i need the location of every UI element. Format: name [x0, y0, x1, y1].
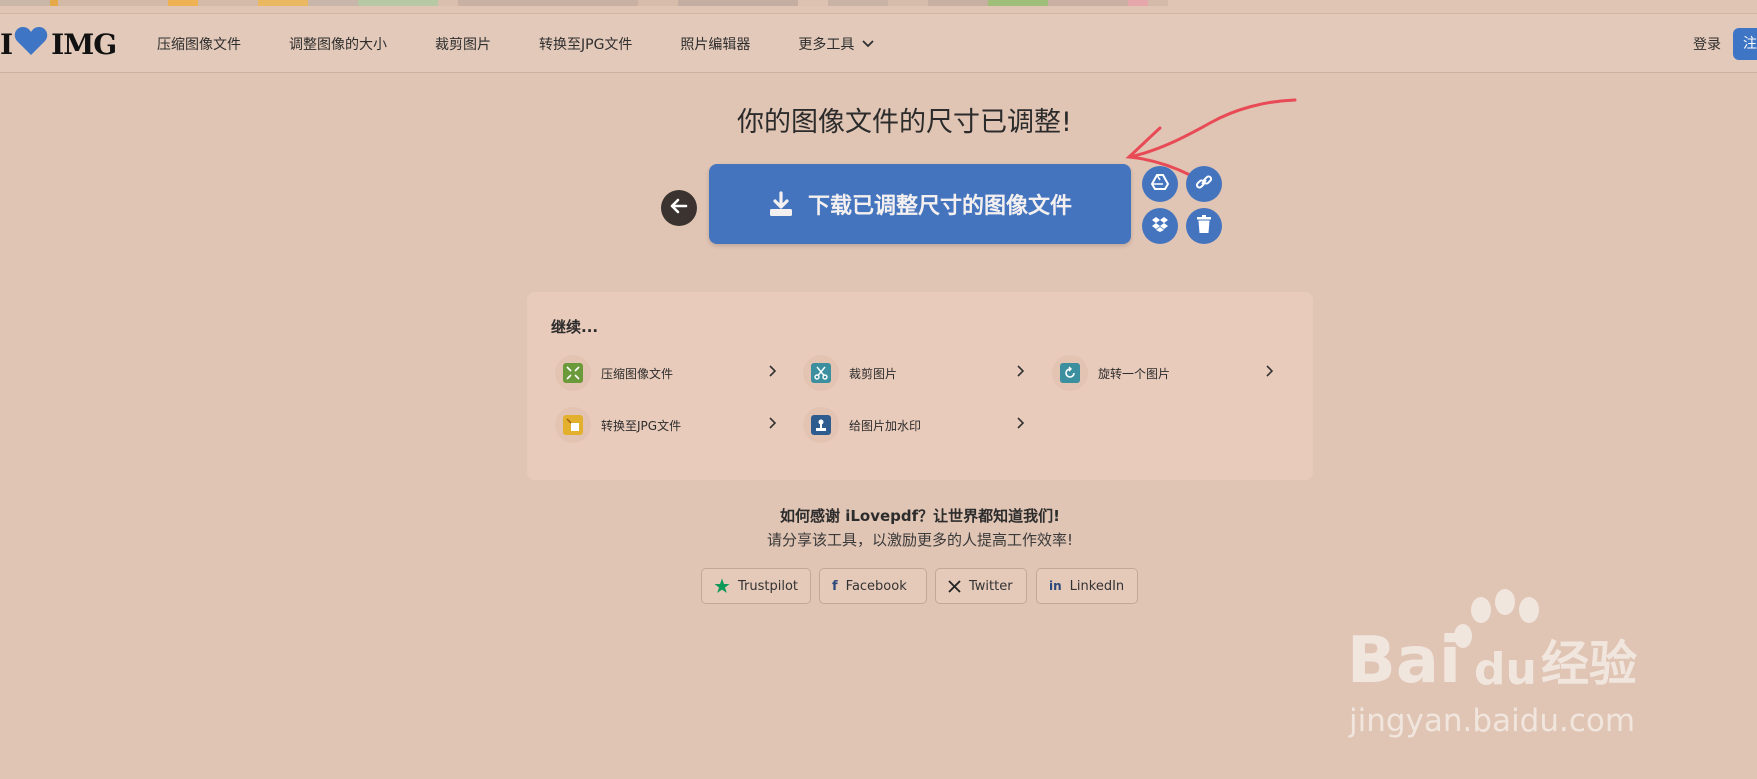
trustpilot-label: Trustpilot: [738, 578, 799, 594]
dropbox-icon: [1151, 216, 1169, 236]
google-drive-icon: [1150, 174, 1170, 194]
compress-icon: [555, 355, 591, 391]
page-title: 你的图像文件的尺寸已调整!: [737, 107, 1072, 138]
rotate-icon: [1052, 355, 1088, 391]
login-link[interactable]: 登录: [1693, 34, 1721, 54]
facebook-label: Facebook: [845, 578, 907, 594]
tool-label: 裁剪图片: [849, 366, 898, 381]
scissors-icon: [803, 355, 839, 391]
nav-convert-to-jpg[interactable]: 转换至JPG文件: [539, 34, 632, 54]
trash-icon: [1197, 215, 1211, 237]
google-drive-button[interactable]: [1142, 166, 1178, 202]
nav-crop-image[interactable]: 裁剪图片: [435, 34, 491, 54]
nav-more-tools-label: 更多工具: [798, 37, 855, 53]
chevron-right-icon: [1017, 365, 1025, 381]
continue-title: 继续...: [551, 318, 599, 336]
share-heading: 如何感谢 iLovepdf？让世界都知道我们!: [779, 507, 1061, 525]
twitter-label: Twitter: [969, 578, 1013, 594]
download-icon: [768, 191, 794, 217]
back-button[interactable]: [661, 190, 697, 226]
tool-label: 转换至JPG文件: [601, 418, 682, 433]
copy-link-button[interactable]: [1186, 166, 1222, 202]
x-twitter-icon: [948, 579, 961, 593]
trustpilot-button[interactable]: Trustpilot: [701, 568, 811, 604]
star-icon: [714, 578, 730, 594]
download-resized-images-button[interactable]: 下载已调整尺寸的图像文件: [709, 164, 1131, 244]
chevron-right-icon: [769, 365, 777, 381]
continue-rotate-image[interactable]: 旋转一个图片: [1052, 355, 1274, 391]
chevron-right-icon: [1266, 365, 1274, 381]
linkedin-label: LinkedIn: [1069, 578, 1125, 594]
ilovimg-logo[interactable]: I IMG: [0, 26, 117, 63]
nav-compress-image[interactable]: 压缩图像文件: [157, 34, 241, 54]
chevron-right-icon: [1017, 417, 1025, 433]
linkedin-button[interactable]: in LinkedIn: [1036, 568, 1138, 604]
continue-watermark-image[interactable]: 给图片加水印: [803, 407, 1025, 443]
facebook-icon: f: [832, 578, 838, 594]
arrow-left-icon: [670, 198, 688, 218]
delete-button[interactable]: [1186, 208, 1222, 244]
continue-convert-to-jpg[interactable]: 转换至JPG文件: [555, 407, 777, 443]
main-nav: 压缩图像文件 调整图像的大小 裁剪图片 转换至JPG文件 照片编辑器 更多工具: [157, 14, 922, 74]
share-subtext: 请分享该工具，以激励更多的人提高工作效率!: [766, 531, 1073, 549]
nav-photo-editor[interactable]: 照片编辑器: [680, 34, 750, 54]
logo-text-i: I: [0, 27, 13, 61]
nav-resize-image[interactable]: 调整图像的大小: [289, 34, 387, 54]
continue-crop-image[interactable]: 裁剪图片: [803, 355, 1025, 391]
watermark-url: jingyan.baidu.com: [1348, 703, 1635, 739]
continue-compress-image[interactable]: 压缩图像文件: [555, 355, 777, 391]
tool-label: 给图片加水印: [849, 418, 922, 433]
nav-more-tools[interactable]: 更多工具: [798, 34, 875, 54]
top-color-strip: [0, 0, 1757, 6]
watermark-cn: 经验: [1541, 636, 1637, 692]
logo-text-img: IMG: [51, 27, 117, 61]
download-label: 下载已调整尺寸的图像文件: [807, 194, 1072, 219]
convert-jpg-icon: [555, 407, 591, 443]
watermark-brand-2: du: [1474, 644, 1537, 695]
chevron-right-icon: [769, 417, 777, 433]
tool-label: 旋转一个图片: [1098, 366, 1171, 381]
link-icon: [1195, 173, 1213, 195]
linkedin-icon: in: [1049, 579, 1062, 593]
chevron-down-icon: [862, 36, 875, 52]
facebook-button[interactable]: f Facebook: [819, 568, 927, 604]
signup-button[interactable]: 注: [1733, 28, 1757, 60]
baidu-jingyan-watermark: Bai du 经验 jingyan.baidu.com: [1345, 588, 1665, 748]
stamp-icon: [803, 407, 839, 443]
twitter-button[interactable]: Twitter: [935, 568, 1027, 604]
continue-panel: 继续... 压缩图像文件 裁剪图片 旋转一个图片 转换至JPG文件 给图片加水印: [527, 292, 1313, 480]
top-nav-bar: I IMG 压缩图像文件 调整图像的大小 裁剪图片 转换至JPG文件 照片编辑器…: [0, 13, 1757, 73]
heart-icon: [14, 26, 48, 63]
tool-label: 压缩图像文件: [601, 366, 674, 381]
dropbox-button[interactable]: [1142, 208, 1178, 244]
watermark-brand: Bai: [1347, 624, 1461, 698]
